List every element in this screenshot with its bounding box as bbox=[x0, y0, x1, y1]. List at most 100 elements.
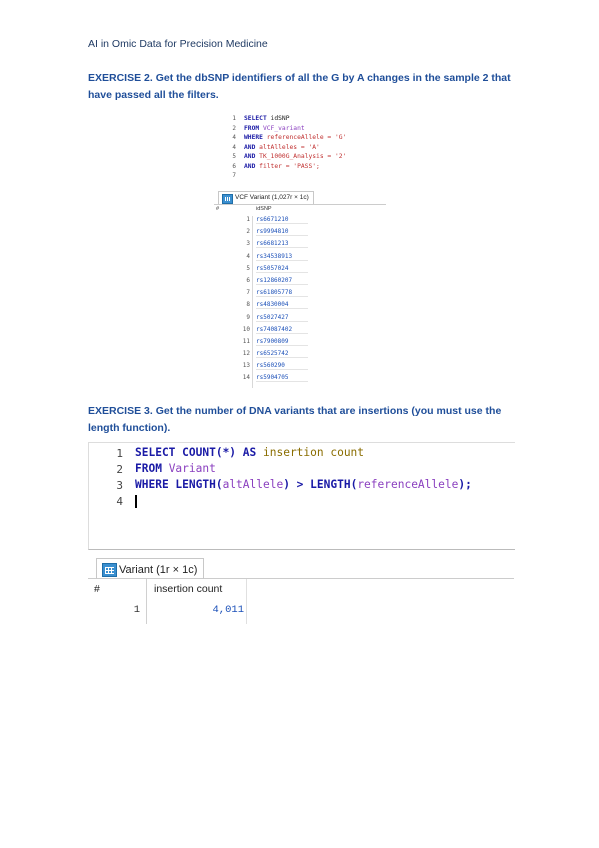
idsnp-cell[interactable]: rs560290 bbox=[256, 362, 308, 371]
idsnp-cell[interactable]: rs9994810 bbox=[256, 228, 308, 237]
code-line-6: AND filter = 'PASS'; bbox=[244, 163, 320, 170]
function: LENGTH( bbox=[310, 478, 358, 491]
result-tab[interactable]: VCF Variant (1,027r × 1c) bbox=[218, 191, 314, 204]
code-line-1: SELECT idSNP bbox=[244, 115, 290, 122]
row-number-header: # bbox=[94, 583, 100, 595]
table-row[interactable]: 2 rs9994810 bbox=[214, 228, 386, 240]
idsnp-cell[interactable]: rs6671210 bbox=[256, 216, 308, 224]
table-row[interactable]: 1 rs6671210 bbox=[214, 216, 386, 228]
table-row[interactable]: 11 rs7900809 bbox=[214, 338, 386, 350]
column-name: altAllele bbox=[222, 478, 284, 491]
table-row[interactable]: 8 rs4830004 bbox=[214, 301, 386, 313]
line-number: 2 bbox=[232, 124, 236, 132]
line-number: 1 bbox=[232, 115, 236, 122]
column-header-insertion-count[interactable]: insertion count bbox=[150, 583, 222, 595]
keyword: AND bbox=[244, 162, 256, 170]
row-number: 3 bbox=[246, 240, 250, 248]
keyword: AS bbox=[242, 446, 257, 459]
column-header-idsnp[interactable]: idSNP bbox=[256, 206, 272, 212]
row-number: 6 bbox=[246, 276, 250, 284]
operator: ) > bbox=[283, 478, 311, 491]
keyword: FROM bbox=[244, 124, 260, 132]
line-number: 1 bbox=[116, 447, 123, 460]
idsnp-cell[interactable]: rs5057024 bbox=[256, 265, 308, 273]
row-number: 8 bbox=[246, 301, 250, 309]
row-number: 9 bbox=[246, 313, 250, 321]
table-row[interactable]: 6 rs12860207 bbox=[214, 277, 386, 289]
code-text: idSNP bbox=[266, 115, 290, 122]
row-number: 1 bbox=[133, 604, 140, 616]
text-cursor bbox=[135, 494, 137, 508]
sql-editor[interactable]: 1 SELECT COUNT(*) AS insertion count 2 F… bbox=[88, 442, 515, 550]
row-number: 4 bbox=[246, 252, 250, 260]
idsnp-cell[interactable]: rs74087402 bbox=[256, 326, 308, 334]
table-name: Variant bbox=[161, 462, 216, 475]
row-number-header: # bbox=[216, 206, 220, 212]
code-line-5: AND TK_1000G_Analysis = '2' bbox=[244, 153, 346, 160]
line-number: 4 bbox=[232, 134, 236, 141]
row-number: 5 bbox=[246, 264, 250, 272]
table-row[interactable]: 9 rs5027427 bbox=[214, 314, 386, 326]
sql-editor[interactable]: 1 SELECT idSNP 2 FROM VCF_variant 4 WHERE ref… bbox=[214, 112, 386, 184]
function: COUNT(*) bbox=[175, 446, 243, 459]
line-number: 5 bbox=[232, 153, 236, 160]
exercise-2-screenshot: 1 SELECT idSNP 2 FROM VCF_variant 4 WHERE ref… bbox=[214, 112, 386, 388]
code-text: referenceAllele = 'G' bbox=[262, 134, 347, 141]
result-tab-label: VCF Variant (1,027r × 1c) bbox=[235, 194, 309, 201]
code-text: VCF_variant bbox=[259, 124, 305, 132]
table-row[interactable]: 1 4,011 bbox=[88, 601, 514, 621]
table-row[interactable]: 4 rs34538913 bbox=[214, 253, 386, 265]
result-tab-label: Variant (1r × 1c) bbox=[119, 564, 198, 576]
result-header: # insertion count bbox=[88, 579, 514, 599]
idsnp-cell[interactable]: rs5904705 bbox=[256, 374, 308, 383]
row-number: 1 bbox=[246, 216, 250, 223]
table-row[interactable]: 13 rs560290 bbox=[214, 362, 386, 374]
row-number: 7 bbox=[246, 289, 250, 297]
idsnp-cell[interactable]: rs7900809 bbox=[256, 338, 308, 346]
idsnp-cell[interactable]: rs6681213 bbox=[256, 240, 308, 249]
row-number: 14 bbox=[242, 374, 250, 382]
idsnp-cell[interactable]: rs4830004 bbox=[256, 301, 308, 310]
line-number: 4 bbox=[116, 495, 123, 508]
result-tab[interactable]: Variant (1r × 1c) bbox=[96, 558, 205, 579]
exercise-2-title: EXERCISE 2. Get the dbSNP identifiers of… bbox=[88, 72, 511, 101]
keyword: SELECT bbox=[244, 115, 267, 122]
line-number: 2 bbox=[116, 463, 123, 476]
idsnp-cell[interactable]: rs5027427 bbox=[256, 314, 308, 322]
keyword: SELECT bbox=[135, 446, 176, 459]
keyword: FROM bbox=[135, 462, 162, 475]
code-line-2: FROM VCF_variant bbox=[244, 125, 305, 132]
table-row[interactable]: 10 rs74087402 bbox=[214, 326, 386, 338]
code-line-4 bbox=[135, 494, 137, 508]
idsnp-cell[interactable]: rs12860207 bbox=[256, 277, 308, 285]
line-number: 4 bbox=[232, 143, 236, 151]
function: LENGTH( bbox=[168, 478, 223, 491]
code-text: filter = 'PASS'; bbox=[255, 162, 320, 170]
page-header: AI in Omic Data for Precision Medicine bbox=[88, 38, 268, 50]
code-line-2: FROM Variant bbox=[135, 462, 216, 475]
insertion-count-value[interactable]: 4,011 bbox=[150, 604, 244, 616]
idsnp-cell[interactable]: rs6525742 bbox=[256, 350, 308, 359]
table-row[interactable]: 14 rs5904705 bbox=[214, 374, 386, 386]
keyword: AND bbox=[244, 153, 256, 160]
idsnp-cell[interactable]: rs61805778 bbox=[256, 289, 308, 298]
punctuation: ); bbox=[458, 478, 472, 491]
exercise-3-screenshot: 1 SELECT COUNT(*) AS insertion count 2 F… bbox=[88, 442, 515, 624]
exercise-3-title: EXERCISE 3. Get the number of DNA varian… bbox=[88, 405, 502, 434]
result-tab-bar: VCF Variant (1,027r × 1c) bbox=[214, 190, 386, 205]
row-number: 2 bbox=[246, 228, 250, 236]
table-row[interactable]: 7 rs61805778 bbox=[214, 289, 386, 301]
row-number: 13 bbox=[242, 362, 250, 370]
code-line-4: AND altAlleles = 'A' bbox=[244, 144, 320, 151]
idsnp-cell[interactable]: rs34538913 bbox=[256, 253, 308, 261]
table-row[interactable]: 12 rs6525742 bbox=[214, 350, 386, 362]
table-row[interactable]: 3 rs6681213 bbox=[214, 240, 386, 252]
code-text: altAlleles = 'A' bbox=[255, 143, 320, 151]
line-number: 6 bbox=[232, 162, 236, 170]
table-row[interactable]: 5 rs5057024 bbox=[214, 265, 386, 277]
line-number: 3 bbox=[116, 479, 123, 492]
result-rows: 1 rs6671210 2 rs9994810 3 rs6681213 4 rs3453891… bbox=[214, 216, 386, 387]
grid-icon bbox=[222, 194, 233, 204]
line-number: 7 bbox=[232, 172, 236, 179]
row-number: 10 bbox=[242, 325, 250, 333]
